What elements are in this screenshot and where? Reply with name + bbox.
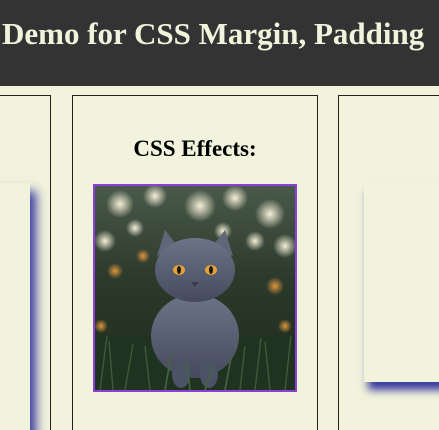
shadow-box-right — [364, 183, 439, 382]
shadow-box-left — [0, 183, 30, 430]
cat-photo — [93, 184, 297, 392]
header-banner: Demo for CSS Margin, Padding — [0, 0, 439, 86]
card-heading: CSS Effects: — [133, 136, 257, 161]
page: Demo for CSS Margin, Padding CSS Effects… — [0, 0, 439, 430]
page-title: Demo for CSS Margin, Padding — [2, 16, 425, 51]
cat-image — [95, 186, 295, 390]
